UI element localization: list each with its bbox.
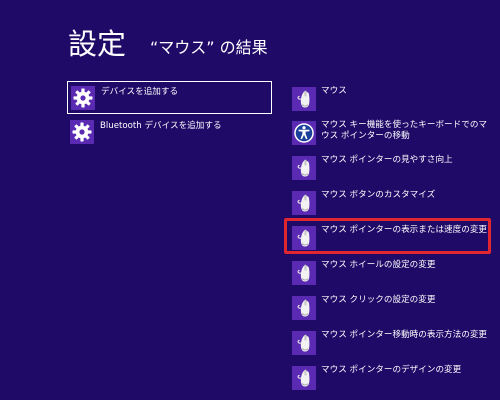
result-click-settings[interactable]: マウス クリックの設定の変更 [290, 295, 495, 324]
result-mouse-keys[interactable]: マウス キー機能を使ったキーボードでのマウス ポインターの移動 [290, 120, 495, 149]
gear-icon [70, 120, 94, 144]
result-label: マウス ポインターの見やすさ向上 [321, 155, 453, 165]
result-add-bluetooth-device[interactable]: Bluetooth デバイスを追加する [67, 116, 272, 149]
result-mouse[interactable]: マウス [290, 86, 495, 115]
result-label: マウス クリックの設定の変更 [321, 295, 436, 305]
mouse-icon [292, 261, 316, 285]
mouse-icon [292, 87, 316, 111]
result-label: マウス キー機能を使ったキーボードでのマウス ポインターの移動 [321, 120, 488, 142]
result-label: マウス ポインターのデザインの変更 [321, 365, 462, 375]
mouse-icon [292, 331, 316, 355]
result-label: Bluetooth デバイスを追加する [100, 121, 222, 131]
result-pointer-design[interactable]: マウス ポインターのデザインの変更 [290, 365, 495, 394]
result-pointer-move-display[interactable]: マウス ポインター移動時の表示方法の変更 [290, 330, 495, 359]
result-label: マウス ボタンのカスタマイズ [321, 190, 436, 200]
result-label: マウス [321, 86, 347, 96]
gear-icon [71, 86, 95, 110]
result-pointer-visibility[interactable]: マウス ポインターの見やすさ向上 [290, 155, 495, 184]
mouse-icon [292, 296, 316, 320]
highlight-box [284, 218, 491, 254]
page-title: 設定 [68, 27, 127, 61]
mouse-icon [292, 191, 316, 215]
search-query-heading: “マウス” の結果 [150, 38, 268, 57]
mouse-icon [292, 366, 316, 390]
result-label: デバイスを追加する [101, 87, 179, 97]
result-label: マウス ポインター移動時の表示方法の変更 [321, 330, 488, 340]
result-add-device[interactable]: デバイスを追加する [67, 81, 272, 114]
result-wheel-settings[interactable]: マウス ホイールの設定の変更 [290, 260, 495, 289]
mouse-icon [292, 156, 316, 180]
result-customize-buttons[interactable]: マウス ボタンのカスタマイズ [290, 190, 495, 219]
ease-of-access-icon [292, 121, 316, 145]
result-label: マウス ホイールの設定の変更 [321, 260, 436, 270]
